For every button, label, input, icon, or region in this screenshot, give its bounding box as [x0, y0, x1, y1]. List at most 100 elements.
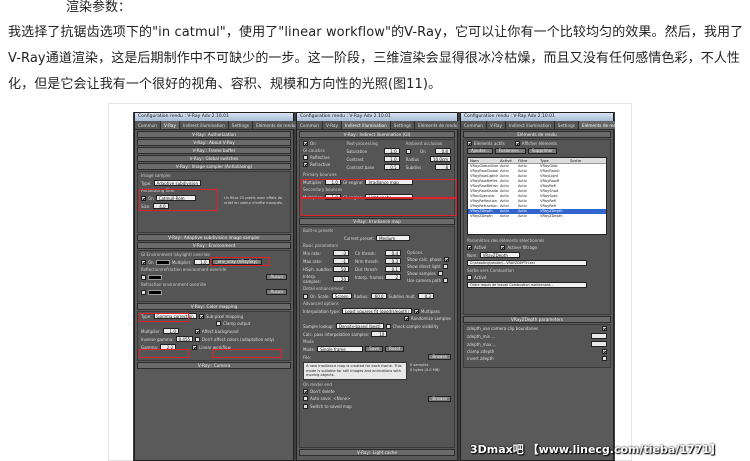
rollout-color-mapping[interactable]: V-Ray:: Color mapping [137, 303, 291, 310]
rollout-zdepth-params[interactable]: VRayZDepth parameters [463, 316, 611, 323]
secondary-engine-dropdown[interactable]: Light cache [365, 194, 414, 200]
zdepth-param-checkbox[interactable] [602, 326, 607, 331]
detail-on-checkbox[interactable] [303, 293, 308, 299]
rollout-frame-buffer[interactable]: V-Ray:: Frame buffer [137, 147, 291, 154]
tab-vray[interactable]: V-Ray [486, 121, 506, 129]
zdepth-min-spinner[interactable] [591, 333, 607, 339]
tab-vray[interactable]: V-Ray [160, 121, 180, 129]
merge-element-button[interactable]: Fusionner... [494, 148, 526, 154]
interp-samples-spinner[interactable]: 20 [333, 276, 349, 282]
check-visibility-checkbox[interactable] [385, 323, 391, 329]
randomize-checkbox[interactable] [404, 316, 409, 321]
column-active[interactable]: Activé [498, 158, 516, 163]
rollout-global-switches[interactable]: V-Ray:: Global switches [137, 155, 291, 162]
elements-active-checkbox[interactable] [467, 141, 472, 146]
cm-type-dropdown[interactable]: Gamma correction [153, 313, 197, 319]
show-direct-checkbox[interactable] [442, 264, 448, 269]
detail-radius-spinner[interactable]: 60.0 [370, 293, 387, 299]
refl-env-color-swatch[interactable] [148, 274, 162, 280]
refl-env-on-checkbox[interactable] [141, 274, 146, 280]
gamma-spinner[interactable]: 2.2 [160, 344, 177, 350]
rollout-image-sampler[interactable]: V-Ray:: Image sampler (Antialiasing) [137, 163, 291, 170]
aa-filter-on-checkbox[interactable] [141, 195, 146, 201]
scale-dropdown[interactable]: Screen [331, 293, 352, 299]
tab-render-elements[interactable]: Eléments de rendu [578, 121, 615, 129]
rollout-camera[interactable]: V-Ray:: Camera [137, 362, 291, 369]
enable-filter-checkbox[interactable] [500, 245, 506, 250]
sampler-type-dropdown[interactable]: Adaptive subdivision [153, 180, 201, 186]
save-button[interactable]: Save [365, 346, 384, 352]
refr-env-color-swatch[interactable] [148, 289, 162, 295]
browse-autosave-button[interactable]: Browse [428, 395, 451, 402]
tab-settings[interactable]: Settings [390, 121, 415, 129]
reset-button[interactable]: Reset [385, 346, 405, 352]
rollout-render-elements[interactable]: Eléments de rendu [463, 131, 611, 138]
display-elements-checkbox[interactable] [514, 141, 520, 146]
tab-commun[interactable]: Commun [461, 121, 487, 129]
gi-env-color-swatch[interactable] [155, 259, 170, 265]
refr-env-map-button[interactable]: Aucun [266, 289, 287, 295]
gi-env-on-checkbox[interactable] [141, 259, 146, 265]
zdepth-max-spinner[interactable] [591, 341, 607, 347]
add-element-button[interactable]: Ajouter... [467, 148, 493, 154]
contrast-base-spinner[interactable]: 0.5 [383, 164, 400, 170]
clamp-zdepth-checkbox[interactable] [602, 349, 607, 354]
gi-on-checkbox[interactable] [303, 141, 308, 146]
gi-env-map-button[interactable]: _env_vray (VRaySky) [211, 259, 262, 265]
switch-saved-checkbox[interactable] [303, 403, 308, 409]
refl-env-map-button[interactable]: Aucun [266, 274, 287, 280]
ao-amount-spinner[interactable]: 0.8 [434, 148, 451, 154]
column-name[interactable]: Nom [468, 158, 498, 163]
nrm-thresh-spinner[interactable]: 0.3 [385, 258, 401, 264]
tab-commun[interactable]: Commun [297, 121, 323, 129]
tab-vray[interactable]: V-Ray [322, 121, 342, 129]
tab-indirect-illumination[interactable]: Indirect illumination [179, 121, 229, 129]
refr-env-on-checkbox[interactable] [141, 289, 146, 295]
dont-affect-checkbox[interactable] [195, 336, 201, 342]
clr-thresh-spinner[interactable]: 0.4 [385, 250, 401, 256]
cm-multiplier-spinner[interactable]: 1.0 [162, 328, 179, 334]
primary-multiplier-spinner[interactable]: 1.0 [324, 179, 341, 185]
calc-pass-spinner[interactable]: 10 [371, 331, 388, 337]
rollout-environment[interactable]: V-Ray:: Environment [137, 242, 291, 249]
contrast-spinner[interactable]: 1.0 [383, 156, 400, 162]
ao-on-checkbox[interactable] [405, 148, 411, 154]
interp-frames-spinner[interactable]: 2 [385, 274, 401, 280]
max-rate-spinner[interactable]: -1 [333, 258, 349, 264]
tab-commun[interactable]: Commun [135, 121, 161, 129]
dist-thresh-spinner[interactable]: 0.1 [385, 266, 401, 272]
inverse-gamma-spinner[interactable]: 0.455 [175, 336, 194, 342]
rollout-authorization[interactable]: V-Ray:: Authorization [137, 131, 291, 138]
gi-env-multiplier-spinner[interactable]: 1.0 [193, 259, 210, 265]
show-samples-checkbox[interactable] [437, 271, 443, 276]
render-elements-list[interactable]: Nom Activé Filtre Type Sortie VRayGlobal… [467, 157, 607, 235]
column-type[interactable]: Type [538, 158, 568, 163]
subdivs-mult-spinner[interactable]: 0.3 [417, 293, 434, 299]
linear-workflow-checkbox[interactable] [192, 344, 198, 350]
ao-radius-spinner[interactable]: 10.0cm [429, 156, 451, 162]
refractive-checkbox[interactable] [303, 162, 308, 167]
tab-indirect-illumination[interactable]: Indirect illumination [341, 121, 391, 129]
dont-delete-checkbox[interactable] [303, 388, 308, 394]
aa-filter-dropdown[interactable]: Catmull-Rom [155, 195, 196, 201]
enable-checkbox[interactable] [467, 245, 472, 250]
rollout-irradiance-map[interactable]: V-Ray:: Irradiance map [299, 218, 455, 225]
min-rate-spinner[interactable]: -3 [333, 250, 349, 256]
tab-indirect-illumination[interactable]: Indirect illumination [505, 121, 555, 129]
list-item[interactable]: VRayZDepth Activ Activ VRayZDepth [468, 214, 606, 219]
auto-save-checkbox[interactable] [303, 396, 308, 401]
clamp-output-checkbox[interactable] [216, 321, 221, 326]
column-output[interactable]: Sortie [568, 158, 581, 163]
element-name-field[interactable]: VRayZDepth [479, 252, 520, 258]
column-filter[interactable]: Filtre [516, 158, 538, 163]
output-path-field[interactable]: D:\shooting\render\...VRAYZDEPTH.exr [467, 260, 587, 266]
rollout-about[interactable]: V-Ray:: About V-Ray [137, 139, 291, 146]
rollout-adaptive-sampler[interactable]: V-Ray:: Adaptive subdivision image sampl… [137, 234, 291, 241]
primary-engine-dropdown[interactable]: Irradiance map [365, 179, 414, 185]
mode-dropdown[interactable]: Single frame [317, 346, 364, 352]
affect-bg-checkbox[interactable] [194, 328, 200, 334]
tab-render-elements[interactable]: Eléments de rendu [252, 121, 300, 129]
current-preset-dropdown[interactable]: Medium [376, 235, 411, 241]
invert-zdepth-checkbox[interactable] [602, 356, 607, 361]
browse-button[interactable]: Browse [428, 354, 451, 360]
